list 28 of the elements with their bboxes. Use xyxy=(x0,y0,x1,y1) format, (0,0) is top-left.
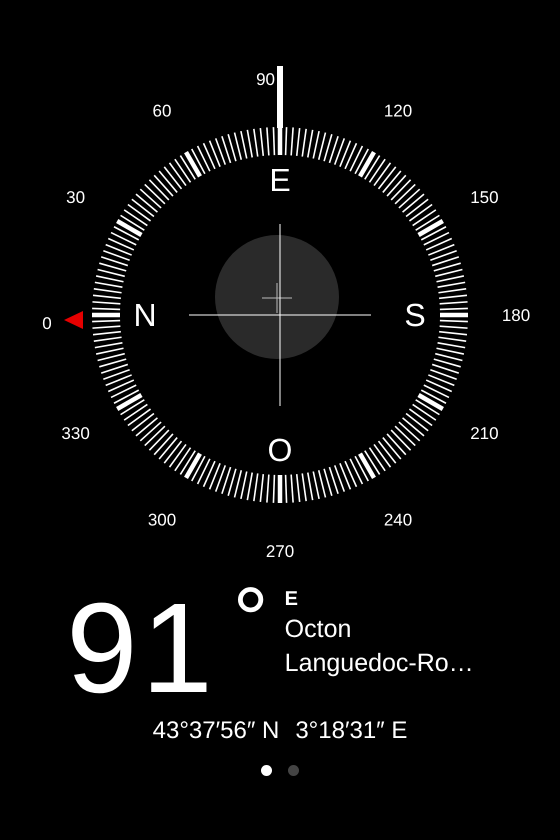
degree-label: 270 xyxy=(266,542,294,561)
coordinate-text: 3°18′31″ E xyxy=(295,716,408,746)
degree-label: 120 xyxy=(384,102,412,121)
degree-label: 180 xyxy=(502,306,530,325)
heading-marker xyxy=(277,66,283,128)
degree-label: 30 xyxy=(66,188,86,207)
heading-direction: E xyxy=(284,589,300,609)
cardinal-label: E xyxy=(269,162,291,198)
page-dot[interactable] xyxy=(288,765,299,776)
degree-label: 300 xyxy=(148,510,176,530)
page-dot[interactable] xyxy=(261,765,272,776)
degree-label: 90 xyxy=(256,70,275,89)
degree-label: 210 xyxy=(470,424,499,443)
small-crosshair-icon xyxy=(262,282,292,314)
degree-label: 150 xyxy=(470,188,499,207)
cardinal-label: S xyxy=(404,297,426,333)
pointer-icon xyxy=(64,311,83,329)
heading-degrees: 91 xyxy=(66,585,217,713)
degree-label: 240 xyxy=(384,510,412,530)
degree-label: 0 xyxy=(42,314,52,333)
cardinal-label: O xyxy=(268,432,292,468)
coordinate-text: 43°37′56″ N xyxy=(152,716,280,746)
region-name: Languedoc-Ro… xyxy=(284,648,474,679)
degree-sign: ° xyxy=(232,575,269,665)
cardinal-label: N xyxy=(133,297,157,333)
degree-label: 330 xyxy=(61,424,90,443)
degree-label: 60 xyxy=(152,102,172,121)
place-name: Octon xyxy=(284,614,352,645)
